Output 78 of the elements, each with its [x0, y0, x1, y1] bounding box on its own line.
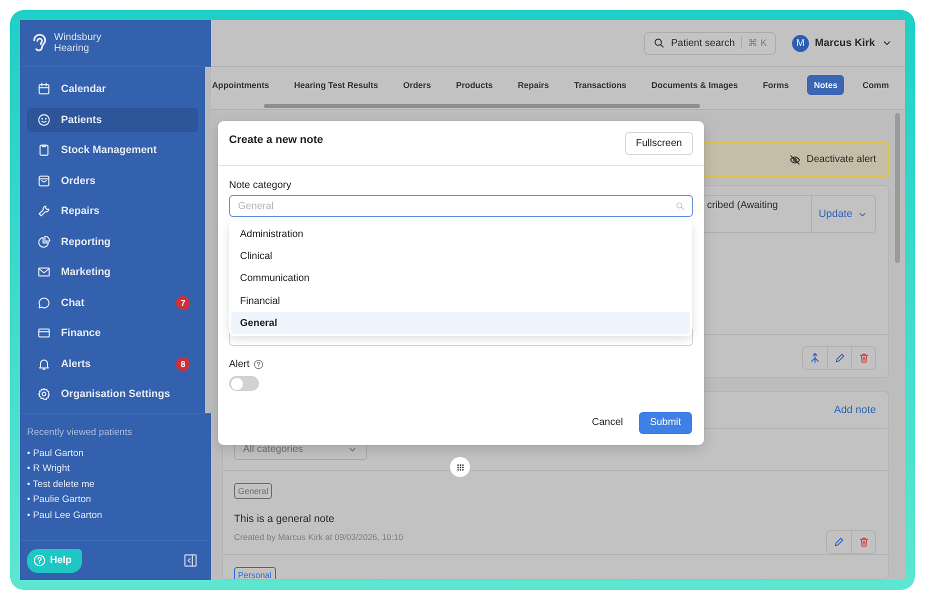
envelope-icon — [37, 265, 51, 279]
dropdown-option[interactable]: Communication — [231, 268, 690, 290]
gear-icon — [37, 387, 51, 401]
update-dropdown[interactable]: Update — [812, 196, 875, 232]
user-avatar[interactable]: M — [792, 34, 809, 52]
clipboard-icon — [37, 143, 51, 157]
nav-item[interactable]: Patients — [27, 108, 198, 132]
search-icon — [675, 201, 685, 211]
status-text: cribed (Awaiting — [705, 196, 812, 232]
chat-bubble-icon — [37, 296, 51, 310]
tab[interactable]: Forms — [756, 75, 796, 95]
wrench-icon — [37, 204, 51, 218]
nav-item[interactable]: Orders — [27, 168, 198, 192]
patient-search-button[interactable]: Patient search ⌘ K — [644, 32, 776, 54]
category-select[interactable]: General — [229, 195, 693, 217]
dropdown-option[interactable]: Financial — [231, 290, 690, 312]
tab[interactable]: Orders — [396, 75, 438, 95]
pencil-icon — [834, 352, 846, 364]
bag-icon — [37, 174, 51, 188]
trash-icon — [858, 536, 870, 548]
count-badge: 7 — [176, 296, 190, 310]
nav-item[interactable]: Stock Management — [27, 138, 198, 162]
tab[interactable]: Notes — [806, 75, 844, 95]
grid-dots-icon — [454, 462, 466, 472]
smiley-icon — [37, 112, 51, 126]
nav-item[interactable]: Calendar — [27, 77, 198, 101]
nav-item[interactable]: Chat 7 — [27, 290, 198, 314]
trash-icon — [858, 352, 870, 364]
deactivate-alert-link[interactable]: Deactivate alert — [806, 154, 876, 165]
tab[interactable]: Documents & Images — [644, 75, 745, 95]
text-field[interactable] — [229, 329, 693, 346]
submit-button[interactable]: Submit — [639, 412, 692, 434]
recent-patient-link[interactable]: • Paulie Garton — [27, 494, 204, 505]
pie-chart-icon — [37, 234, 51, 248]
nav-item[interactable]: Finance — [27, 321, 198, 345]
note-text: This is a general note — [234, 513, 336, 525]
merge-arrows-icon — [809, 352, 821, 364]
help-icon — [252, 359, 264, 370]
user-name[interactable]: Marcus Kirk — [814, 37, 875, 49]
tab[interactable]: Comm — [855, 75, 896, 95]
nav-item[interactable]: Reporting — [27, 230, 198, 254]
collapse-sidebar-icon — [183, 553, 198, 568]
field-label: Note category — [229, 180, 292, 191]
tab[interactable]: Repairs — [510, 75, 556, 95]
search-icon — [652, 37, 665, 49]
section-title: Recently viewed patients — [27, 427, 134, 438]
card-icon — [37, 326, 51, 340]
add-note-link[interactable]: Add note — [834, 404, 876, 416]
nav-item[interactable]: Repairs — [27, 199, 198, 223]
category-tag: Personal — [234, 567, 276, 579]
note-meta: Created by Marcus Kirk at 09/03/2026, 10:10 — [234, 532, 404, 542]
dropdown-option[interactable]: General — [231, 312, 690, 334]
eye-off-icon — [788, 154, 801, 166]
dropdown-option[interactable]: Administration — [231, 223, 690, 246]
brand-name: Windsbury Hearing — [54, 32, 102, 54]
nav-item[interactable]: Marketing — [27, 260, 198, 284]
pencil-icon — [833, 536, 845, 548]
alert-toggle[interactable] — [229, 376, 259, 391]
tab[interactable]: Appointments — [211, 75, 276, 95]
cancel-button[interactable]: Cancel — [592, 417, 623, 428]
recent-patient-link[interactable]: • Test delete me — [27, 478, 204, 490]
calendar-icon — [37, 82, 51, 96]
count-badge: 8 — [176, 356, 190, 370]
recent-patient-link[interactable]: • R Wright — [27, 463, 204, 474]
tab[interactable]: Products — [448, 75, 500, 95]
nav-item[interactable]: Alerts 8 — [27, 352, 198, 376]
dropdown-option[interactable]: Clinical — [231, 245, 690, 268]
question-icon — [33, 554, 46, 567]
category-tag: General — [234, 483, 272, 499]
nav-item[interactable]: Organisation Settings — [27, 382, 198, 406]
bell-icon — [37, 356, 51, 370]
dialog-title: Create a new note — [229, 134, 324, 146]
tab[interactable]: Hearing Test Results — [287, 75, 386, 95]
field-label: Alert — [229, 359, 250, 370]
recent-patient-link[interactable]: • Paul Lee Garton — [27, 510, 204, 520]
recent-patient-link[interactable]: • Paul Garton — [27, 448, 204, 458]
fullscreen-button[interactable]: Fullscreen — [624, 132, 693, 154]
tab[interactable]: Transactions — [566, 75, 634, 95]
